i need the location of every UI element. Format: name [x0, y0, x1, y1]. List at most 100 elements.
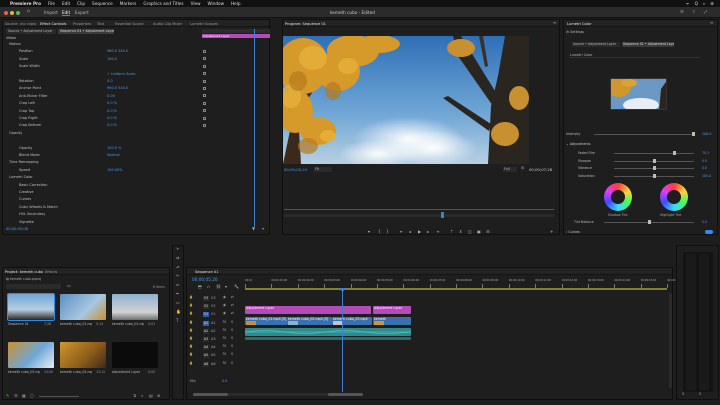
- solo-icon[interactable]: S: [231, 336, 233, 340]
- project-item-name[interactable]: kemeth cubo_03.mp4: [8, 370, 40, 374]
- settings-button[interactable]: ☰: [486, 229, 490, 234]
- workspace-export[interactable]: Export: [75, 10, 89, 15]
- export-frame-button[interactable]: ◫: [468, 229, 472, 234]
- effect-row[interactable]: Scale Width: [3, 64, 269, 69]
- track-lock-icon[interactable]: 🔒: [189, 336, 193, 340]
- workspaces-icon[interactable]: ☰: [680, 10, 684, 14]
- linked-selection-icon[interactable]: ⛓: [216, 285, 221, 289]
- track-target-toggle[interactable]: A1: [203, 320, 209, 326]
- lumetri-slider-track[interactable]: [614, 153, 694, 154]
- tint-balance-handle[interactable]: [648, 220, 651, 224]
- tab-lumetri-color[interactable]: Lumetri Color: [567, 22, 591, 26]
- eye-icon[interactable]: ◉: [223, 295, 226, 299]
- scrollbar-thumb-left[interactable]: [193, 393, 228, 396]
- rectangle-tool-icon[interactable]: ▭: [176, 301, 180, 305]
- mark-in-button[interactable]: {: [378, 229, 381, 234]
- audio-clip-a1[interactable]: [245, 328, 411, 336]
- track-lock-icon[interactable]: 🔒: [189, 344, 193, 348]
- adjustment-layer-clip-1[interactable]: Adjustment Layer: [245, 306, 371, 314]
- track-lock-icon[interactable]: 🔒: [189, 312, 193, 315]
- project-item-thumbnail[interactable]: [60, 294, 106, 320]
- mute-icon[interactable]: M: [223, 352, 226, 356]
- new-bin-icon[interactable]: ▤: [149, 394, 153, 398]
- project-item-name[interactable]: Sequence 01: [8, 322, 40, 326]
- menu-markers[interactable]: Markers: [120, 1, 137, 6]
- mute-icon[interactable]: M: [223, 344, 226, 348]
- effect-row[interactable]: Opacity 100.0 %: [3, 146, 269, 151]
- selection-tool-icon[interactable]: ➤: [176, 247, 179, 251]
- adjustments-section[interactable]: ⌄ Adjustments: [566, 142, 590, 146]
- effect-row[interactable]: Time Remapping: [3, 160, 269, 165]
- project-item-name[interactable]: kemeth cubo_01.mp4: [60, 322, 92, 326]
- mute-icon[interactable]: M: [223, 320, 226, 324]
- effect-row[interactable]: ✓ Uniform Scale: [3, 72, 269, 77]
- audio-clip-a2[interactable]: [245, 337, 411, 340]
- tab-essential-sound[interactable]: Essential Sound: [115, 22, 144, 26]
- effect-row[interactable]: [3, 138, 269, 143]
- effect-row[interactable]: Color Wheels & Match: [3, 205, 269, 210]
- hand-tool-icon[interactable]: ✋: [176, 310, 181, 314]
- keyframe-toggle-icon[interactable]: [203, 109, 206, 113]
- solo-right-icon[interactable]: S: [699, 392, 701, 397]
- effect-row[interactable]: Curves: [3, 197, 269, 202]
- close-window-button[interactable]: [4, 10, 8, 15]
- panel-menu-icon[interactable]: ≡: [553, 21, 556, 25]
- effect-row[interactable]: Crop Left 0.0 %: [3, 101, 269, 106]
- track-lock-icon[interactable]: 🔒: [189, 303, 193, 307]
- video-clip-2[interactable]: kemeth cubo_02.mp4 [V]: [287, 317, 332, 325]
- effect-row-value[interactable]: 0.00: [107, 94, 115, 98]
- mute-icon[interactable]: M: [223, 361, 226, 365]
- project-search-input[interactable]: [6, 284, 61, 289]
- effect-row[interactable]: Opacity: [3, 131, 269, 136]
- effect-row[interactable]: Creative: [3, 190, 269, 195]
- keyframe-toggle-icon[interactable]: [203, 101, 206, 105]
- creative-look-preview[interactable]: [610, 78, 667, 110]
- lumetri-slider-value[interactable]: 75.3: [702, 151, 709, 155]
- track-target-toggle[interactable]: V1: [203, 312, 209, 318]
- project-item-thumbnail[interactable]: [60, 342, 106, 368]
- track-target-toggle[interactable]: A5: [203, 353, 209, 359]
- tab-sequence-01[interactable]: Sequence 01: [195, 270, 218, 274]
- scrollbar-thumb-right[interactable]: [328, 393, 363, 396]
- intensity-value[interactable]: 100.0: [702, 132, 711, 136]
- adjustment-layer-clip-2[interactable]: Adjustment Layer: [373, 306, 411, 314]
- lumetri-preset-select[interactable]: Lumetri Color: [570, 53, 700, 58]
- program-scrub-bar[interactable]: [284, 214, 554, 217]
- bin-icon[interactable]: ▭: [67, 284, 71, 288]
- program-playhead[interactable]: [441, 212, 444, 218]
- effect-row[interactable]: Scale 100.0: [3, 57, 269, 62]
- effect-row-value[interactable]: Normal: [107, 153, 120, 157]
- keyframe-toggle-icon[interactable]: [203, 123, 206, 127]
- effect-row[interactable]: Motion: [3, 42, 269, 47]
- snap-icon[interactable]: ∩: [207, 285, 210, 289]
- video-clip-4[interactable]: kemeth: [373, 317, 411, 325]
- tab-text[interactable]: Text: [97, 22, 104, 26]
- lumetri-slider-handle[interactable]: [672, 151, 676, 155]
- program-video-frame[interactable]: [283, 36, 529, 164]
- project-item-thumbnail[interactable]: [112, 294, 158, 320]
- wifi-icon[interactable]: ᯤ: [686, 1, 690, 7]
- lumetri-menu-icon[interactable]: ≡: [710, 21, 713, 25]
- track-lock-icon[interactable]: 🔒: [189, 295, 193, 299]
- go-to-out-button[interactable]: ⇥: [436, 229, 439, 234]
- lumetri-slider-value[interactable]: 0.0: [702, 159, 707, 163]
- mark-out-button[interactable]: }: [386, 229, 389, 234]
- solo-icon[interactable]: S: [231, 344, 233, 348]
- shadow-tint-wheel[interactable]: [604, 183, 632, 211]
- effect-row[interactable]: Anchor Point 960.0 540.0: [3, 86, 269, 91]
- solo-icon[interactable]: S: [231, 320, 233, 324]
- go-to-in-button[interactable]: ⇤: [400, 229, 403, 234]
- timeline-ruler[interactable]: 00;00 00;00;01;00 00;00;02;00 00;00;03;00 00…: [245, 279, 683, 288]
- zoom-window-button[interactable]: [16, 10, 20, 15]
- insert-sequence-icon[interactable]: ⬒: [198, 285, 202, 289]
- mix-value[interactable]: 0.0: [222, 379, 227, 383]
- solo-left-icon[interactable]: S: [682, 392, 684, 397]
- control-center-icon[interactable]: ⚙: [710, 1, 714, 6]
- effect-row[interactable]: Anti-flicker Filter 0.00: [3, 94, 269, 99]
- wrench-icon[interactable]: ⚙: [521, 166, 524, 171]
- timeline-timecode[interactable]: 00;00;05;20: [192, 277, 218, 282]
- effect-row[interactable]: Crop Top 0.0 %: [3, 109, 269, 114]
- effect-row-value[interactable]: 100.0 %: [107, 146, 121, 150]
- lumetri-source-selector[interactable]: Source • Adjustment Layer: [572, 42, 620, 47]
- effect-controls-timecode[interactable]: 00;00;05;08: [6, 227, 28, 231]
